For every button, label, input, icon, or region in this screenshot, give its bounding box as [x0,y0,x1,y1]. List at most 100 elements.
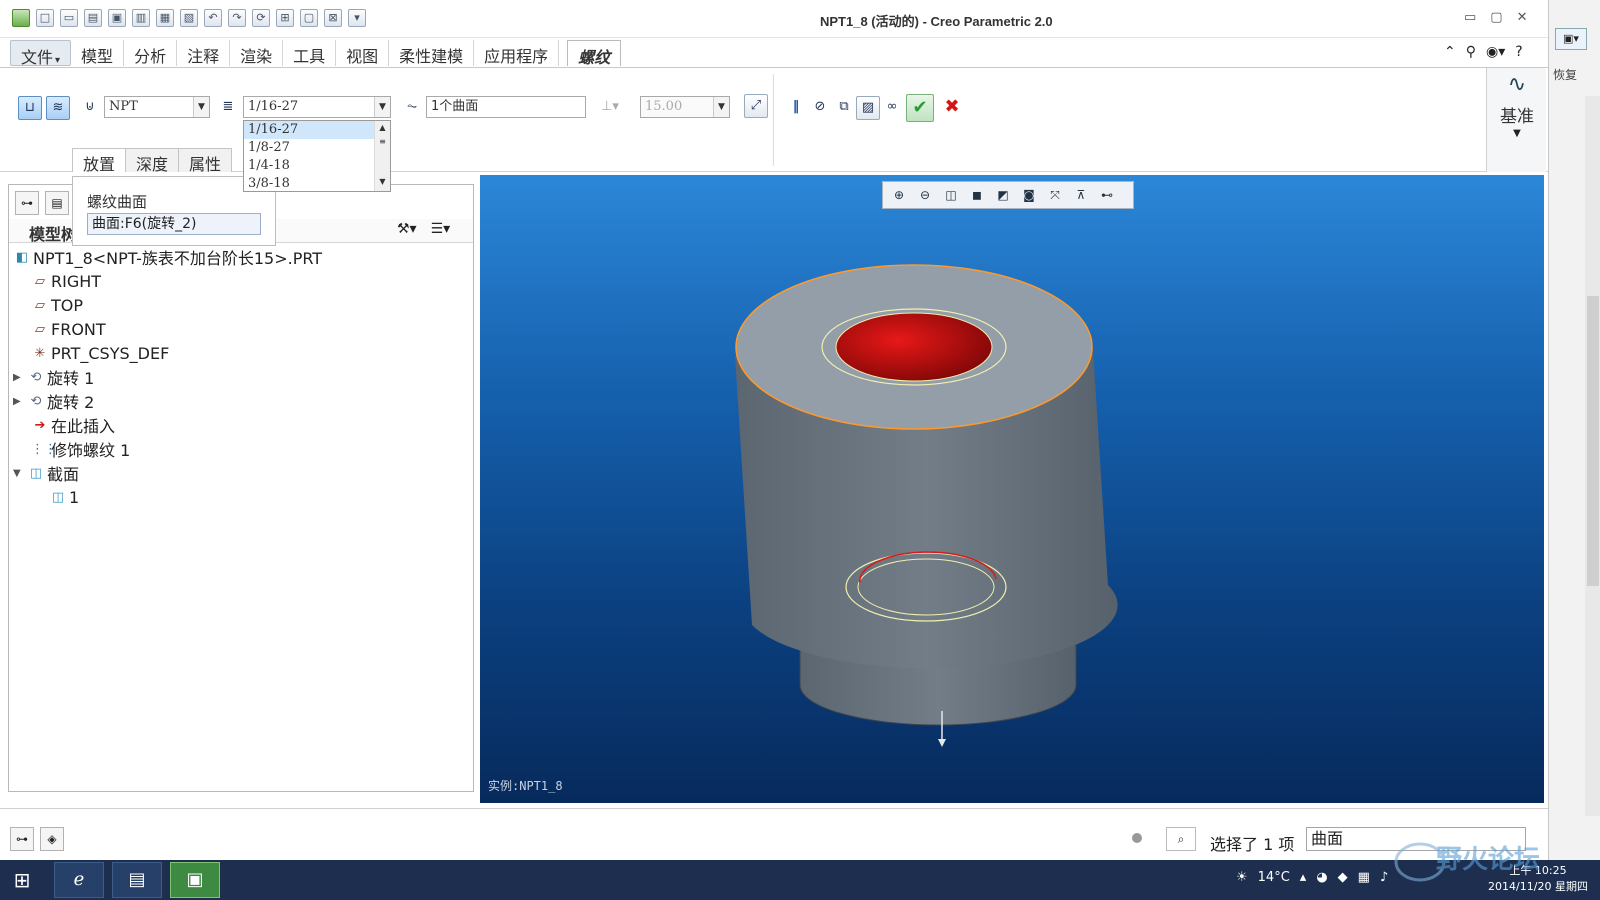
size-option[interactable]: 1/16-27 [244,121,374,139]
flip-direction-icon[interactable]: ⤢ [744,94,768,118]
chevron-down-icon[interactable]: ▼ [1487,128,1547,139]
size-option[interactable]: 1/4-18 [244,157,374,175]
check-icon[interactable]: ✔ [906,94,934,122]
tab-annotate[interactable]: 注释 [177,40,231,66]
expand-icon[interactable]: ▶ [13,396,27,407]
community-icon[interactable]: ◉▾ [1486,44,1505,60]
size-option[interactable]: 3/8-18 [244,175,374,193]
tab-tools[interactable]: 工具 [283,40,337,66]
customize-qat-icon[interactable]: ▾ [348,9,366,27]
x-icon[interactable]: ✖ [940,96,964,120]
scroll-down-icon[interactable]: ▼ [375,175,390,189]
undo-icon[interactable]: ↶ [204,9,222,27]
spin-center-icon[interactable]: ⊼ [1069,184,1093,206]
windows-start-icon[interactable]: ⊞ [8,868,36,892]
find-icon[interactable]: ⌕ [1166,827,1196,851]
save-icon[interactable]: ▣ [108,9,126,27]
regenerate-icon[interactable]: ⟳ [252,9,270,27]
navigator-toggle-icon[interactable]: ⊶ [10,827,34,851]
new-file-icon[interactable]: □ [36,9,54,27]
background-app-scroll-thumb[interactable] [1587,296,1599,586]
print-icon[interactable]: ▧ [180,9,198,27]
tree-item-revolve-1[interactable]: ▶ ⟲ 旋转 1 [13,365,322,389]
tree-settings-icon[interactable]: ⚒▾ [397,221,417,237]
folder-browser-tab-icon[interactable]: ▤ [45,191,69,215]
minimize-button[interactable]: ▭ [1464,10,1476,25]
file-explorer-icon[interactable]: ▤ [112,862,162,898]
background-app-button[interactable]: ▣▾ [1555,28,1587,50]
thread-standard-select[interactable]: NPT ▼ [104,96,210,118]
network-icon[interactable]: ▦ [1358,870,1370,885]
scroll-thumb-icon[interactable]: ≡ [375,135,390,149]
creo-taskbar-icon[interactable]: ▣ [170,862,220,898]
tree-item-part[interactable]: ◧ NPT1_8<NPT-族表不加台阶长15>.PRT [13,245,322,269]
zoom-in-icon[interactable]: ⊕ [887,184,911,206]
maximize-button[interactable]: ▢ [1490,10,1502,25]
pause-icon[interactable]: ‖ [784,96,808,120]
weather-sun-icon[interactable]: ☀ [1236,870,1248,885]
backup-icon[interactable]: ▦ [156,9,174,27]
background-app-restore-label[interactable]: 恢复 [1553,66,1577,83]
windows-icon[interactable]: ⊞ [276,9,294,27]
tree-item-sections[interactable]: ▼ ◫ 截面 [13,461,322,485]
open-file-icon[interactable]: ▭ [60,9,78,27]
tab-flexible-modeling[interactable]: 柔性建模 [389,40,475,66]
chevron-down-icon[interactable]: ▼ [193,97,209,117]
datum-group[interactable]: ∿ 基准 ▼ [1486,68,1546,172]
search-icon[interactable]: ⚲ [1466,44,1476,60]
view-manager-icon[interactable]: ◙ [1017,184,1041,206]
size-option[interactable]: 1/8-27 [244,139,374,157]
save-copy-icon[interactable]: ▥ [132,9,150,27]
tree-item-top[interactable]: ▱ TOP [13,293,322,317]
tree-item-csys[interactable]: ✳ PRT_CSYS_DEF [13,341,322,365]
display-style-icon[interactable]: ◼ [965,184,989,206]
close-window-icon[interactable]: ⊠ [324,9,342,27]
tree-item-cosmetic-thread[interactable]: ⋮⋮ 修饰螺纹 1 [13,437,322,461]
close-button[interactable]: ✕ [1517,10,1528,25]
volume-icon[interactable]: ♪ [1380,870,1388,885]
thread-surface-field[interactable]: 曲面:F6(旋转_2) [87,213,261,235]
model-tree-tab-icon[interactable]: ⊶ [15,191,39,215]
tray-expand-icon[interactable]: ▴ [1300,870,1307,885]
tab-applications[interactable]: 应用程序 [474,40,560,66]
simple-thread-icon[interactable]: ⊔ [18,96,42,120]
ie-browser-icon[interactable]: ℯ [54,862,104,898]
thread-depth-input[interactable]: 15.00 ▼ [640,96,730,118]
depth-option-icon[interactable]: ⊥▾ [598,96,622,120]
tab-model[interactable]: 模型 [71,40,125,66]
tab-properties[interactable]: 属性 [178,148,233,174]
glasses-preview-icon[interactable]: ∞ [880,96,904,120]
qq-icon[interactable]: ◕ [1316,870,1327,885]
no-preview-icon[interactable]: ⊘ [808,96,832,120]
tab-placement[interactable]: 放置 [72,148,127,174]
tab-view[interactable]: 视图 [336,40,390,66]
separate-preview-icon[interactable]: ⧉ [832,96,856,120]
creo-app-icon[interactable] [12,9,30,27]
tab-depth[interactable]: 深度 [125,148,180,174]
tree-item-revolve-2[interactable]: ▶ ⟲ 旋转 2 [13,389,322,413]
tab-analysis[interactable]: 分析 [124,40,178,66]
collapse-ribbon-icon[interactable]: ⌃ [1444,44,1456,60]
scroll-up-icon[interactable]: ▲ [375,121,390,135]
annotation-display-icon[interactable]: ⊷ [1095,184,1119,206]
security-icon[interactable]: ◆ [1338,870,1348,885]
open-folder-icon[interactable]: ▢ [300,9,318,27]
help-icon[interactable]: ? [1515,44,1522,60]
browser-toggle-icon[interactable]: ◈ [40,827,64,851]
dropdown-scrollbar[interactable]: ▲ ≡ ▼ [374,121,390,191]
datum-display-icon[interactable]: ⤧ [1043,184,1067,206]
tree-item-insert-here[interactable]: ➔ 在此插入 [13,413,322,437]
chevron-down-icon[interactable]: ▼ [374,97,390,117]
refit-icon[interactable]: ◫ [939,184,963,206]
scroll-track[interactable] [375,149,390,175]
tree-item-section-1[interactable]: ◫ 1 [13,485,322,509]
standard-thread-icon[interactable]: ≋ [46,96,70,120]
tab-file[interactable]: 文件 ▾ [10,40,72,67]
graphics-window[interactable]: ⊕ ⊖ ◫ ◼ ◩ ◙ ⤧ ⊼ ⊷ 实例:NPT1_8 [480,175,1544,803]
part-model-3d[interactable] [480,175,1544,803]
tree-columns-icon[interactable]: ☰▾ [431,221,451,237]
redo-icon[interactable]: ↷ [228,9,246,27]
thread-size-select[interactable]: 1/16-27 ▼ [243,96,391,118]
tab-render[interactable]: 渲染 [230,40,284,66]
collapse-icon[interactable]: ▼ [13,468,27,479]
